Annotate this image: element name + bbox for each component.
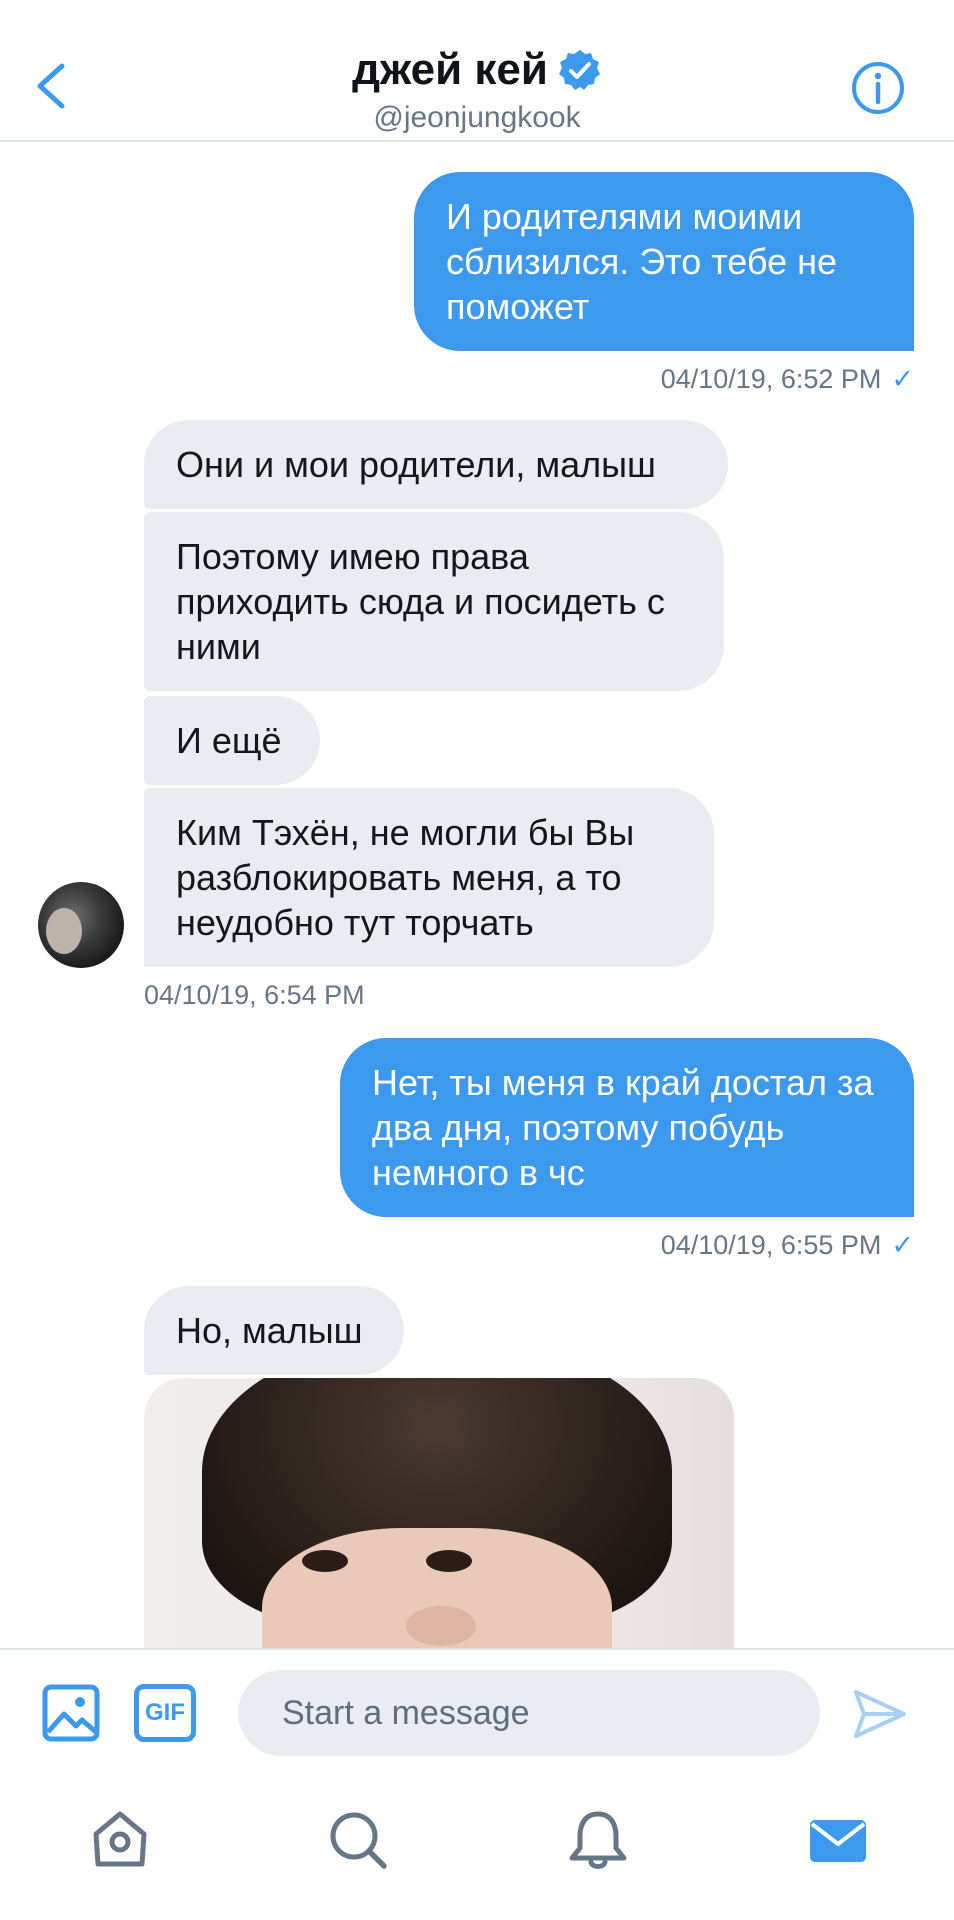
timestamp-text: 04/10/19, 6:55 PM <box>660 1230 882 1260</box>
contact-name: джей кей <box>352 45 548 94</box>
avatar-face-shape <box>46 908 82 954</box>
message-timestamp: 04/10/19, 6:54 PM <box>144 980 365 1010</box>
home-icon[interactable] <box>88 1808 152 1872</box>
message-bubble-outgoing[interactable]: Нет, ты меня в край достал за два дня, п… <box>340 1038 914 1217</box>
messages-icon[interactable] <box>806 1808 870 1872</box>
message-bubble-incoming[interactable]: Но, малыш <box>144 1286 404 1375</box>
photo-eye-shape <box>302 1550 348 1572</box>
message-bubble-incoming[interactable]: Ким Тэхён, не могли бы Вы разблокировать… <box>144 788 714 967</box>
message-bubble-outgoing[interactable]: И родителями моими сблизился. Это тебе н… <box>414 172 914 351</box>
photo-nose-shape <box>406 1606 476 1646</box>
message-bubble-incoming[interactable]: Поэтому имею права приходить сюда и поси… <box>144 512 724 691</box>
sent-check-icon: ✓ <box>891 1230 914 1260</box>
header-title-block[interactable]: джей кей @jeonjungkook <box>0 44 954 136</box>
message-input[interactable] <box>238 1670 820 1756</box>
gif-button[interactable]: GIF <box>134 1684 196 1742</box>
verified-badge-icon <box>558 50 600 90</box>
conversation-title: джей кей <box>352 44 602 96</box>
sent-check-icon: ✓ <box>891 364 914 394</box>
message-timestamp: 04/10/19, 6:55 PM ✓ <box>661 1228 914 1262</box>
bottom-tab-bar <box>0 1768 954 1920</box>
image-icon[interactable] <box>42 1684 100 1742</box>
conversation-header: джей кей @jeonjungkook <box>0 0 954 142</box>
photo-eye-shape <box>426 1550 472 1572</box>
message-bubble-incoming[interactable]: И ещё <box>144 696 320 785</box>
contact-handle: @jeonjungkook <box>373 101 581 134</box>
message-bubble-incoming[interactable]: Они и мои родители, малыш <box>144 420 728 509</box>
message-timestamp: 04/10/19, 6:52 PM ✓ <box>661 362 914 396</box>
notifications-icon[interactable] <box>566 1808 630 1872</box>
message-composer: GIF <box>0 1648 954 1768</box>
contact-avatar[interactable] <box>38 882 124 968</box>
info-icon[interactable] <box>850 60 906 116</box>
send-icon[interactable] <box>852 1686 908 1742</box>
timestamp-text: 04/10/19, 6:52 PM <box>660 364 882 394</box>
message-photo[interactable] <box>144 1378 734 1648</box>
search-icon[interactable] <box>326 1808 390 1872</box>
